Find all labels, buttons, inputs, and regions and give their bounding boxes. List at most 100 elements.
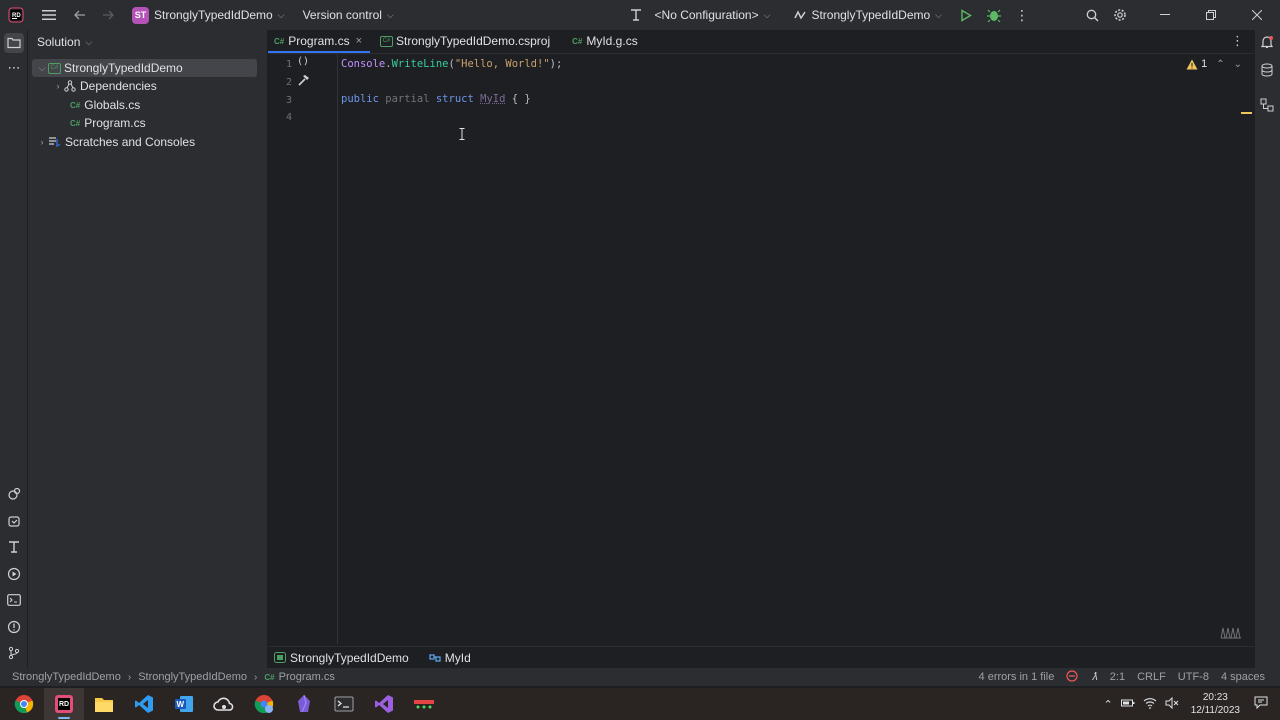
svg-text:W: W (177, 700, 185, 709)
tab-program-cs[interactable]: C# Program.cs × (268, 29, 371, 53)
csharp-project-icon (274, 652, 286, 663)
previous-highlight-icon[interactable]: ⌃ (1216, 59, 1224, 70)
chevron-down-icon: ⌵ (386, 9, 394, 20)
tree-item-program[interactable]: C# Program.cs (32, 114, 257, 132)
file-encoding[interactable]: UTF-8 (1178, 671, 1209, 683)
code-token: WriteLine (391, 58, 449, 70)
reader-mode-icon[interactable] (1220, 626, 1242, 642)
configuration-selector[interactable]: <No Configuration> ⌵ (649, 0, 781, 30)
warning-stripe-marker[interactable] (1241, 112, 1252, 114)
error-status-icon[interactable] (1066, 669, 1078, 685)
more-actions-icon[interactable]: ⋮ (1008, 0, 1036, 30)
clock[interactable]: 20:23 12/11/2023 (1191, 691, 1240, 717)
build-tool-icon[interactable] (4, 537, 24, 557)
breadcrumb-type[interactable]: MyId (445, 651, 471, 665)
stream-deck-icon[interactable] (404, 688, 444, 720)
speaker-muted-icon[interactable] (1165, 696, 1179, 712)
chevron-right-icon[interactable]: › (36, 137, 48, 147)
csharp-project-icon: C# (48, 62, 61, 74)
run-target-selector[interactable]: StronglyTypedIdDemo ⌵ (780, 0, 952, 30)
csharp-file-icon: C# (274, 36, 285, 46)
line-ending[interactable]: CRLF (1137, 671, 1166, 683)
tree-item-scratches[interactable]: › Scratches and Consoles (32, 133, 257, 151)
word-icon[interactable]: W (164, 688, 204, 720)
editor-gutter: 1 2 3 4 () (268, 54, 338, 644)
top-level-statements-icon[interactable]: () (297, 56, 309, 67)
tree-item-dependencies[interactable]: › Dependencies (32, 77, 257, 95)
chevron-down-icon: ⌵ (277, 9, 285, 20)
status-path-segment[interactable]: Program.cs (279, 671, 335, 683)
cloud-sync-icon[interactable] (204, 688, 244, 720)
tree-item-label: StronglyTypedIdDemo (64, 61, 183, 75)
run-config-icon (794, 10, 807, 20)
code-token: Console (341, 58, 386, 70)
status-bar: StronglyTypedIdDemo › StronglyTypedIdDem… (0, 668, 1280, 686)
more-tools-icon[interactable]: ⋯ (4, 58, 24, 78)
chevron-down-icon[interactable]: ⌵ (36, 63, 48, 74)
tab-csproj[interactable]: C# StronglyTypedIdDemo.csproj (370, 29, 558, 53)
vscode-icon[interactable] (124, 688, 164, 720)
git-branch-icon[interactable] (4, 643, 24, 663)
restore-icon[interactable] (1188, 0, 1234, 30)
run-icon[interactable] (952, 0, 980, 30)
code-token: ); (549, 58, 563, 70)
project-badge: ST (132, 6, 149, 24)
terminal-icon[interactable] (4, 590, 24, 610)
notification-center-icon[interactable] (1254, 696, 1268, 712)
obsidian-icon[interactable] (284, 688, 324, 720)
code-analysis-icon[interactable]: ƛ (1092, 671, 1097, 683)
tree-item-globals[interactable]: C# Globals.cs (32, 96, 257, 114)
csharp-file-icon: C# (70, 100, 81, 110)
rider-taskbar-icon[interactable]: RD (44, 688, 84, 720)
settings-gear-icon[interactable] (1106, 0, 1134, 30)
close-tab-icon[interactable]: × (356, 35, 362, 47)
file-explorer-icon[interactable] (84, 688, 124, 720)
csharp-file-icon: C# (264, 672, 275, 682)
rider-logo-icon[interactable]: RD (0, 0, 32, 30)
unit-tests-icon[interactable] (4, 484, 24, 504)
next-highlight-icon[interactable]: ⌄ (1234, 59, 1242, 70)
debug-icon[interactable] (980, 0, 1008, 30)
indent-setting[interactable]: 4 spaces (1221, 671, 1265, 683)
code-editor[interactable]: Console.WriteLine("Hello, World!"); publ… (339, 54, 1254, 644)
back-icon[interactable] (66, 0, 94, 30)
warning-count: 1 (1201, 58, 1208, 70)
breadcrumb-project[interactable]: StronglyTypedIdDemo (290, 651, 409, 665)
minimize-icon[interactable] (1142, 0, 1188, 30)
tab-myid-g-cs[interactable]: C# MyId.g.cs (558, 29, 646, 53)
services-icon[interactable] (4, 511, 24, 531)
status-path-segment[interactable]: StronglyTypedIdDemo (12, 671, 121, 683)
visual-studio-icon[interactable] (364, 688, 404, 720)
hammer-icon[interactable] (297, 74, 310, 90)
close-window-icon[interactable] (1234, 0, 1280, 30)
code-token: MyId (480, 93, 506, 105)
caret-position[interactable]: 2:1 (1110, 671, 1125, 683)
terminal-taskbar-icon[interactable] (324, 688, 364, 720)
structure-icon[interactable] (1260, 98, 1274, 115)
notifications-bell-icon[interactable] (1260, 35, 1274, 52)
chrome-icon[interactable] (4, 688, 44, 720)
main-menu-icon[interactable] (32, 0, 66, 30)
status-path-segment[interactable]: StronglyTypedIdDemo (138, 671, 247, 683)
tab-options-icon[interactable]: ⋮ (1221, 29, 1254, 53)
tree-item-project[interactable]: ⌵ C# StronglyTypedIdDemo (32, 59, 257, 77)
clock-date: 12/11/2023 (1190, 705, 1240, 716)
chevron-up-icon[interactable]: ⌃ (1103, 698, 1112, 711)
problems-icon[interactable] (4, 617, 24, 637)
project-switcher[interactable]: ST StronglyTypedIdDemo ⌵ (122, 0, 291, 30)
build-icon[interactable] (623, 0, 649, 30)
wifi-icon[interactable] (1143, 697, 1157, 712)
code-token: partial (385, 93, 430, 105)
forward-icon[interactable] (94, 0, 122, 30)
chrome-profile-icon[interactable] (244, 688, 284, 720)
search-icon[interactable] (1078, 0, 1106, 30)
inspection-widget[interactable]: 1 ⌃ ⌄ (1186, 58, 1242, 70)
run-tool-icon[interactable] (4, 564, 24, 584)
error-summary[interactable]: 4 errors in 1 file (979, 671, 1055, 683)
solution-header[interactable]: Solution ⌵ (28, 30, 267, 54)
battery-icon[interactable] (1120, 697, 1135, 711)
database-icon[interactable] (1260, 63, 1274, 80)
version-control-menu[interactable]: Version control ⌵ (291, 0, 400, 30)
project-explorer-icon[interactable] (4, 33, 24, 53)
chevron-right-icon[interactable]: › (52, 81, 64, 91)
